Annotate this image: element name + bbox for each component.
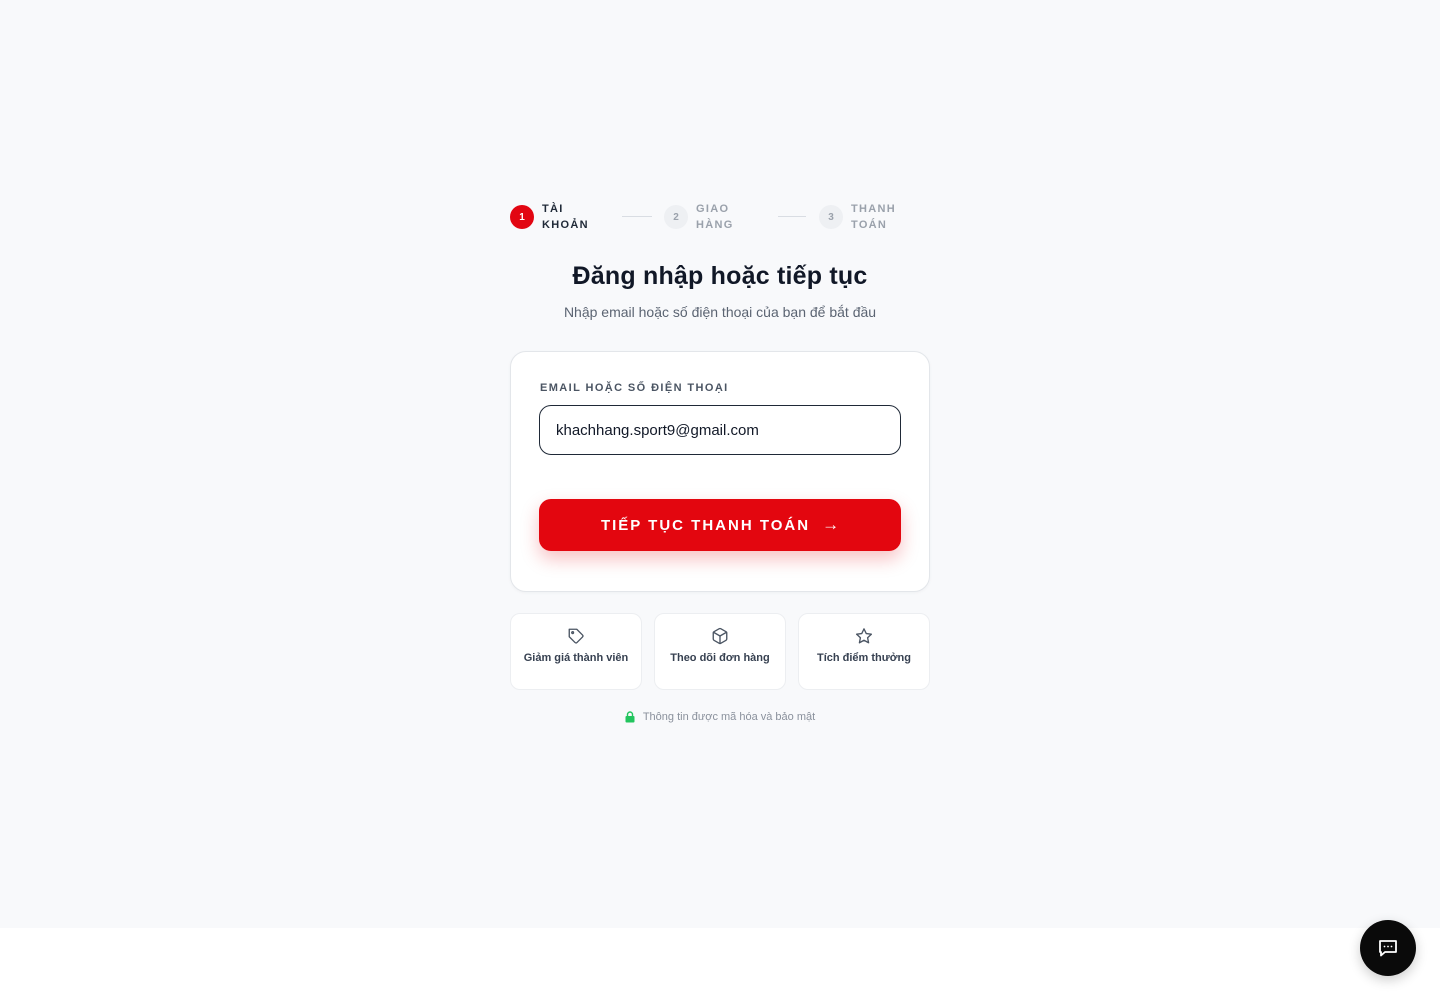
security-note-text: Thông tin được mã hóa và bảo mật	[642, 711, 816, 723]
email-phone-label: EMAIL HOẶC SỐ ĐIỆN THOẠI	[540, 382, 729, 394]
benefit-reward-points: Tích điểm thưởng	[798, 613, 930, 690]
email-phone-input[interactable]	[539, 405, 901, 455]
step-divider	[778, 216, 806, 217]
step-divider	[622, 216, 652, 217]
benefit-order-tracking: Theo dõi đơn hàng	[654, 613, 786, 690]
benefit-label: Giảm giá thành viên	[523, 652, 629, 664]
page-title: Đăng nhập hoặc tiếp tục	[572, 262, 868, 290]
security-note: Thông tin được mã hóa và bảo mật	[0, 711, 1440, 723]
footer-strip	[0, 928, 1440, 1000]
chat-button[interactable]	[1360, 920, 1416, 976]
step-shipping: 2 GIAO HÀNG	[664, 199, 758, 235]
step-number: 3	[819, 205, 843, 229]
step-account: 1 TÀI KHOẢN	[510, 199, 604, 235]
star-icon	[855, 628, 873, 644]
step-number: 1	[510, 205, 534, 229]
continue-checkout-button[interactable]: TIẾP TỤC THANH TOÁN →	[539, 499, 901, 551]
box-icon	[712, 627, 728, 645]
lock-icon	[625, 711, 635, 723]
continue-checkout-label: TIẾP TỤC THANH TOÁN	[600, 516, 811, 534]
arrow-right-icon: →	[822, 515, 840, 534]
tag-icon	[568, 628, 584, 644]
step-payment: 3 THANH TOÁN	[819, 199, 913, 235]
benefit-member-discount: Giảm giá thành viên	[510, 613, 642, 690]
benefit-label: Tích điểm thưởng	[816, 652, 911, 664]
checkout-page: 1 TÀI KHOẢN 2 GIAO HÀNG 3 THANH TOÁN Đăn…	[0, 0, 1440, 928]
login-card: EMAIL HOẶC SỐ ĐIỆN THOẠI TIẾP TỤC THANH …	[510, 351, 930, 592]
chat-icon	[1379, 940, 1397, 957]
step-number: 2	[664, 205, 688, 229]
checkout-stepper: 1 TÀI KHOẢN 2 GIAO HÀNG 3 THANH TOÁN	[510, 199, 930, 235]
page-subtitle: Nhập email hoặc số điện thoại của bạn để…	[563, 304, 877, 320]
benefit-label: Theo dõi đơn hàng	[670, 652, 770, 664]
step-label: TÀI KHOẢN	[542, 203, 589, 231]
step-label: THANH TOÁN	[851, 203, 896, 231]
step-label: GIAO HÀNG	[696, 203, 734, 231]
